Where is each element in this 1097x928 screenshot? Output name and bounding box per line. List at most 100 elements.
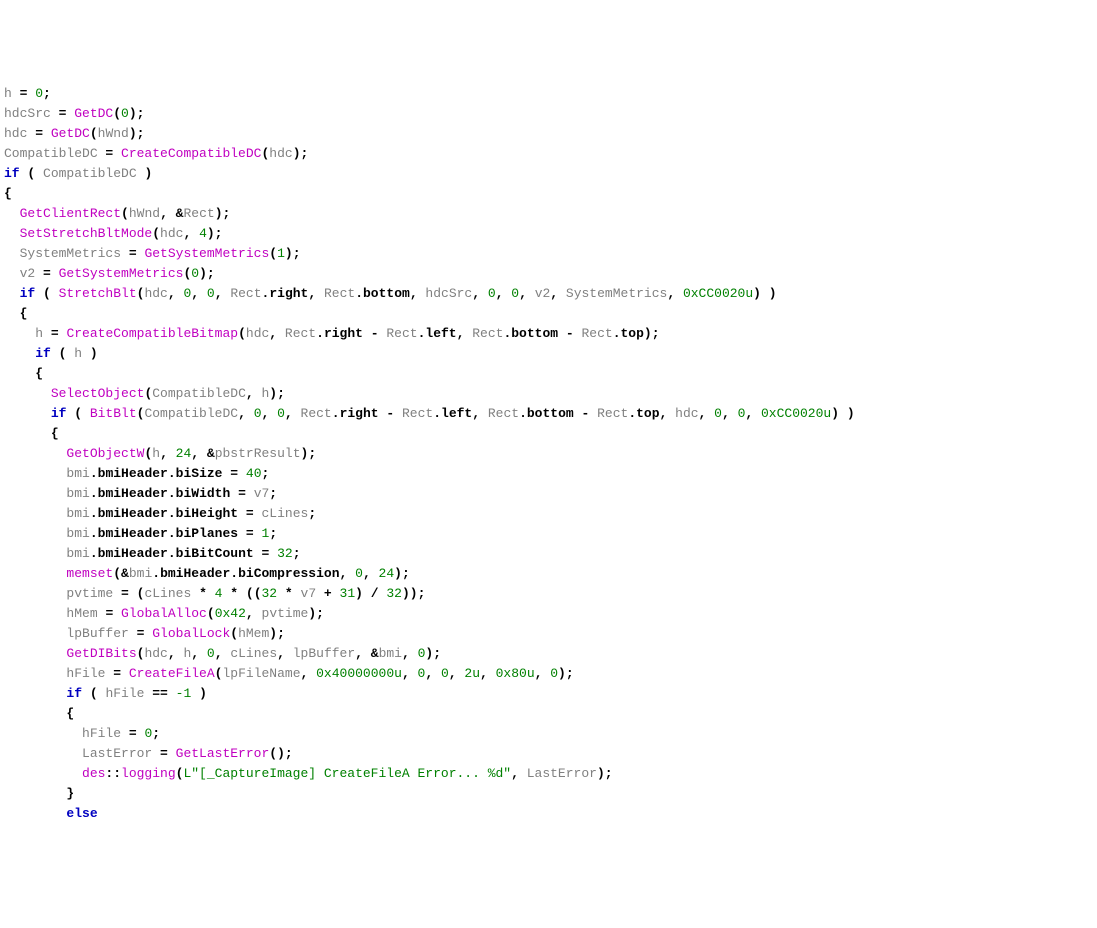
token-num: -1 [176, 686, 192, 701]
token-field: bottom [363, 286, 410, 301]
token-op: , [191, 286, 207, 301]
token-op: { [51, 426, 59, 441]
token-var: hWnd [98, 126, 129, 141]
token-sp [4, 246, 20, 261]
token-sp [4, 286, 20, 301]
token-var: bmi [66, 486, 89, 501]
token-field: biBitCount [176, 546, 254, 561]
token-op: ; [152, 726, 160, 741]
code-line: if ( CompatibleDC ) [4, 164, 1093, 184]
token-field: top [621, 326, 644, 341]
token-sp [4, 566, 66, 581]
token-var: hdc [246, 326, 269, 341]
token-var: LastError [527, 766, 597, 781]
token-kw: else [66, 806, 97, 821]
token-op: , & [160, 206, 183, 221]
token-op: ); [269, 386, 285, 401]
token-var: v2 [535, 286, 551, 301]
token-op: . [90, 466, 98, 481]
token-sp [4, 546, 66, 561]
token-op: = [222, 466, 245, 481]
token-op: = [98, 606, 121, 621]
token-sp [4, 306, 20, 321]
token-sp [4, 586, 66, 601]
token-num: 24 [379, 566, 395, 581]
token-num: 0 [488, 286, 496, 301]
token-op: , [160, 446, 176, 461]
token-op: , [262, 406, 278, 421]
token-var: Rect [285, 326, 316, 341]
token-op: = [35, 266, 58, 281]
token-func: GetClientRect [20, 206, 121, 221]
token-op: = [152, 746, 175, 761]
token-field: right [324, 326, 363, 341]
code-line: else [4, 804, 1093, 824]
code-line: memset(&bmi.bmiHeader.biCompression, 0, … [4, 564, 1093, 584]
token-var: hdc [4, 126, 27, 141]
token-op: ); [394, 566, 410, 581]
token-var: CompatibleDC [43, 166, 137, 181]
token-field: biHeight [176, 506, 238, 521]
token-var: Rect [402, 406, 433, 421]
token-op: . [90, 506, 98, 521]
token-var: lpFileName [222, 666, 300, 681]
token-func: GlobalLock [152, 626, 230, 641]
token-op: . [168, 546, 176, 561]
token-func: GetLastError [176, 746, 270, 761]
token-op: . [168, 466, 176, 481]
token-var: h [4, 86, 12, 101]
token-var: hdc [144, 646, 167, 661]
token-sp [4, 446, 66, 461]
token-field: bottom [527, 406, 574, 421]
code-line: v2 = GetSystemMetrics(0); [4, 264, 1093, 284]
token-num: 0 [121, 106, 129, 121]
token-field: bmiHeader [98, 506, 168, 521]
token-var: Rect [581, 326, 612, 341]
code-line: bmi.bmiHeader.biSize = 40; [4, 464, 1093, 484]
code-line: hMem = GlobalAlloc(0x42, pvtime); [4, 604, 1093, 624]
token-num: 0 [441, 666, 449, 681]
token-op: , [480, 666, 496, 681]
code-line: lpBuffer = GlobalLock(hMem); [4, 624, 1093, 644]
token-op: , [449, 666, 465, 681]
code-line: CompatibleDC = CreateCompatibleDC(hdc); [4, 144, 1093, 164]
token-op: , [238, 406, 254, 421]
token-op: . [355, 286, 363, 301]
token-sp [4, 726, 82, 741]
code-line: if ( StretchBlt(hdc, 0, 0, Rect.right, R… [4, 284, 1093, 304]
token-op: ; [293, 546, 301, 561]
token-op: ( [90, 126, 98, 141]
token-func: GetDC [74, 106, 113, 121]
token-op: { [66, 706, 74, 721]
token-op: , & [355, 646, 378, 661]
token-sp [4, 466, 66, 481]
token-op: ); [644, 326, 660, 341]
token-sp [4, 406, 51, 421]
token-field: bmiHeader [98, 546, 168, 561]
token-var: lpBuffer [66, 626, 128, 641]
token-op: , [667, 286, 683, 301]
token-op: ( [176, 766, 184, 781]
token-op: , [550, 286, 566, 301]
code-line: SystemMetrics = GetSystemMetrics(1); [4, 244, 1093, 264]
token-op: . [628, 406, 636, 421]
code-line: bmi.bmiHeader.biPlanes = 1; [4, 524, 1093, 544]
token-op: )); [402, 586, 425, 601]
token-var: Rect [386, 326, 417, 341]
token-op: , [308, 286, 324, 301]
token-op: , [215, 646, 231, 661]
code-line: h = 0; [4, 84, 1093, 104]
token-op: { [35, 366, 43, 381]
token-kw: if [4, 166, 20, 181]
code-line: GetDIBits(hdc, h, 0, cLines, lpBuffer, &… [4, 644, 1093, 664]
token-func: GetDC [51, 126, 90, 141]
token-sp [4, 786, 66, 801]
token-var: cLines [262, 506, 309, 521]
code-line: SetStretchBltMode(hdc, 4); [4, 224, 1093, 244]
token-op: ); [285, 246, 301, 261]
token-num: 0 [355, 566, 363, 581]
token-var: hdc [269, 146, 292, 161]
token-field: right [340, 406, 379, 421]
token-op: . [168, 506, 176, 521]
token-op: . [230, 566, 238, 581]
